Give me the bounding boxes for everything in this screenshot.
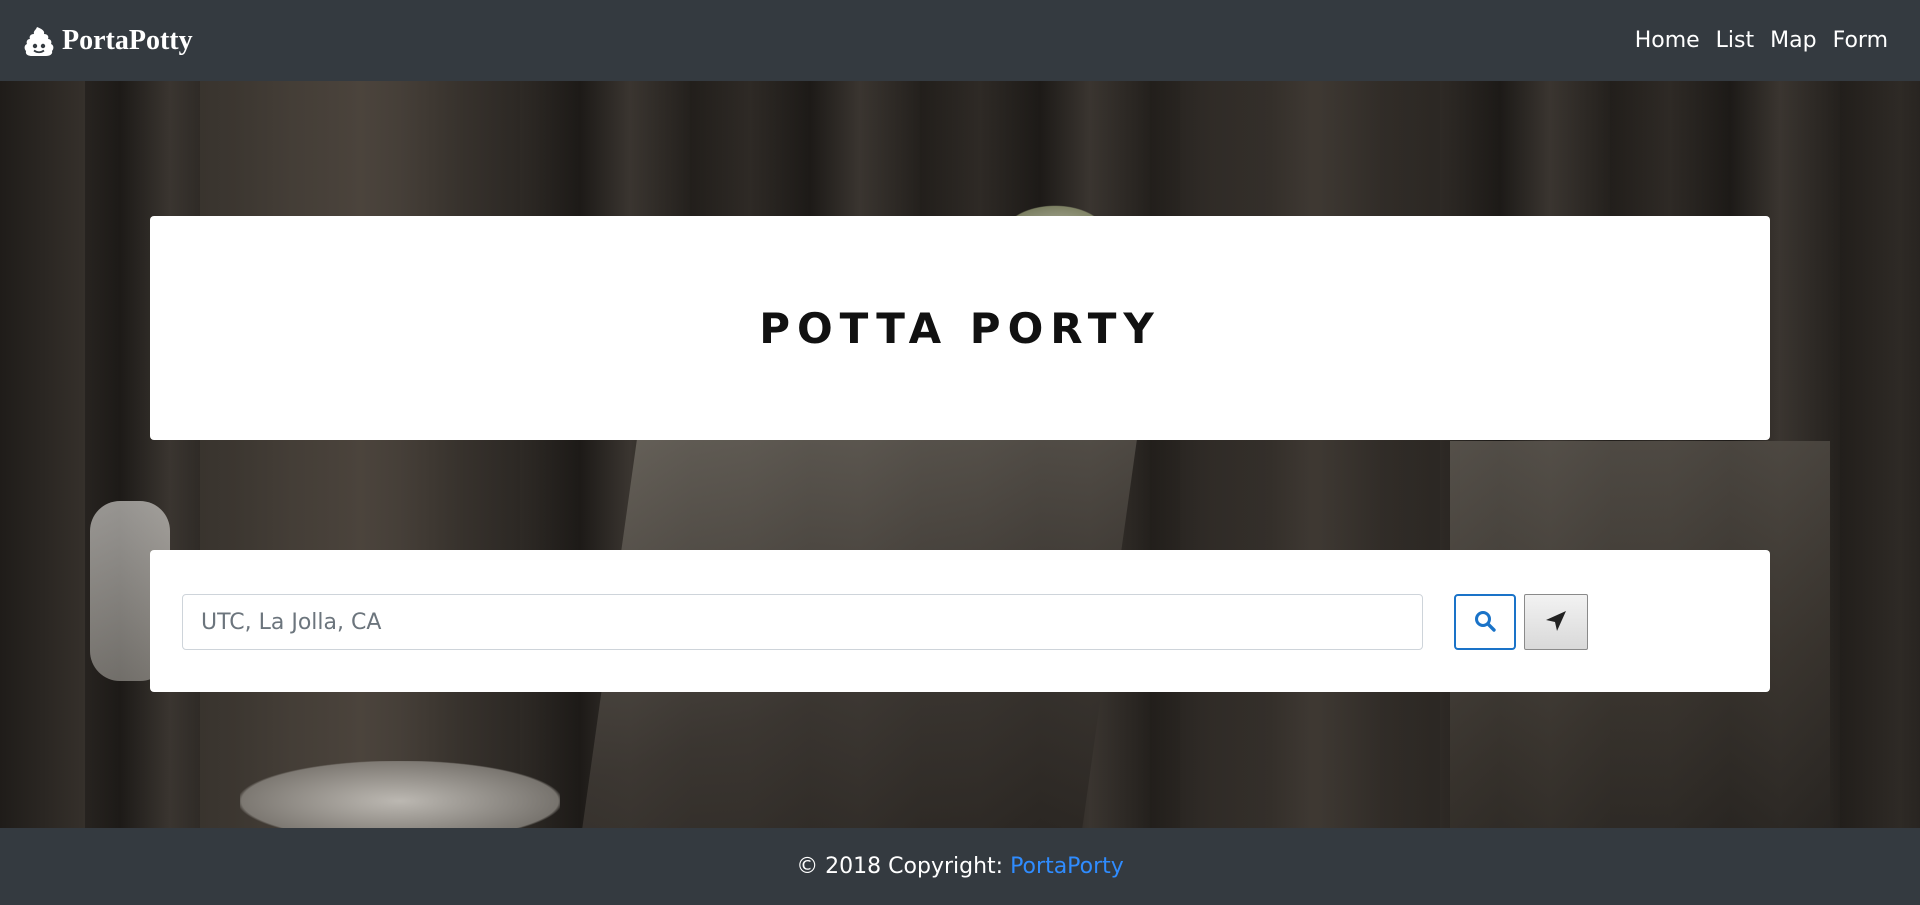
nav-map[interactable]: Map bbox=[1762, 20, 1824, 61]
search-card bbox=[150, 550, 1770, 692]
nav-links: Home List Map Form bbox=[1627, 20, 1896, 61]
copyright-text: © 2018 Copyright: bbox=[796, 854, 1004, 879]
page-title: POTTA PORTY bbox=[759, 303, 1161, 353]
background-towels bbox=[240, 761, 560, 828]
search-button[interactable] bbox=[1454, 594, 1516, 650]
brand-link[interactable]: PortaPotty bbox=[24, 25, 193, 57]
title-card: POTTA PORTY bbox=[150, 216, 1770, 440]
background-mirror bbox=[200, 81, 520, 828]
navbar: PortaPotty Home List Map Form bbox=[0, 0, 1920, 81]
brand-name: PortaPotty bbox=[62, 24, 193, 56]
background-wall bbox=[0, 81, 85, 828]
nav-list[interactable]: List bbox=[1708, 20, 1762, 61]
nav-home[interactable]: Home bbox=[1627, 20, 1708, 61]
hero-background: POTTA PORTY bbox=[0, 81, 1920, 828]
background-wall bbox=[1180, 81, 1440, 828]
search-input[interactable] bbox=[182, 594, 1423, 650]
search-icon bbox=[1473, 609, 1497, 636]
footer-link[interactable]: PortaPorty bbox=[1010, 854, 1124, 879]
locate-button[interactable] bbox=[1524, 594, 1588, 650]
location-arrow-icon bbox=[1544, 609, 1568, 636]
nav-form[interactable]: Form bbox=[1825, 20, 1896, 61]
footer: © 2018 Copyright: PortaPorty bbox=[0, 828, 1920, 905]
poop-icon bbox=[24, 25, 54, 57]
